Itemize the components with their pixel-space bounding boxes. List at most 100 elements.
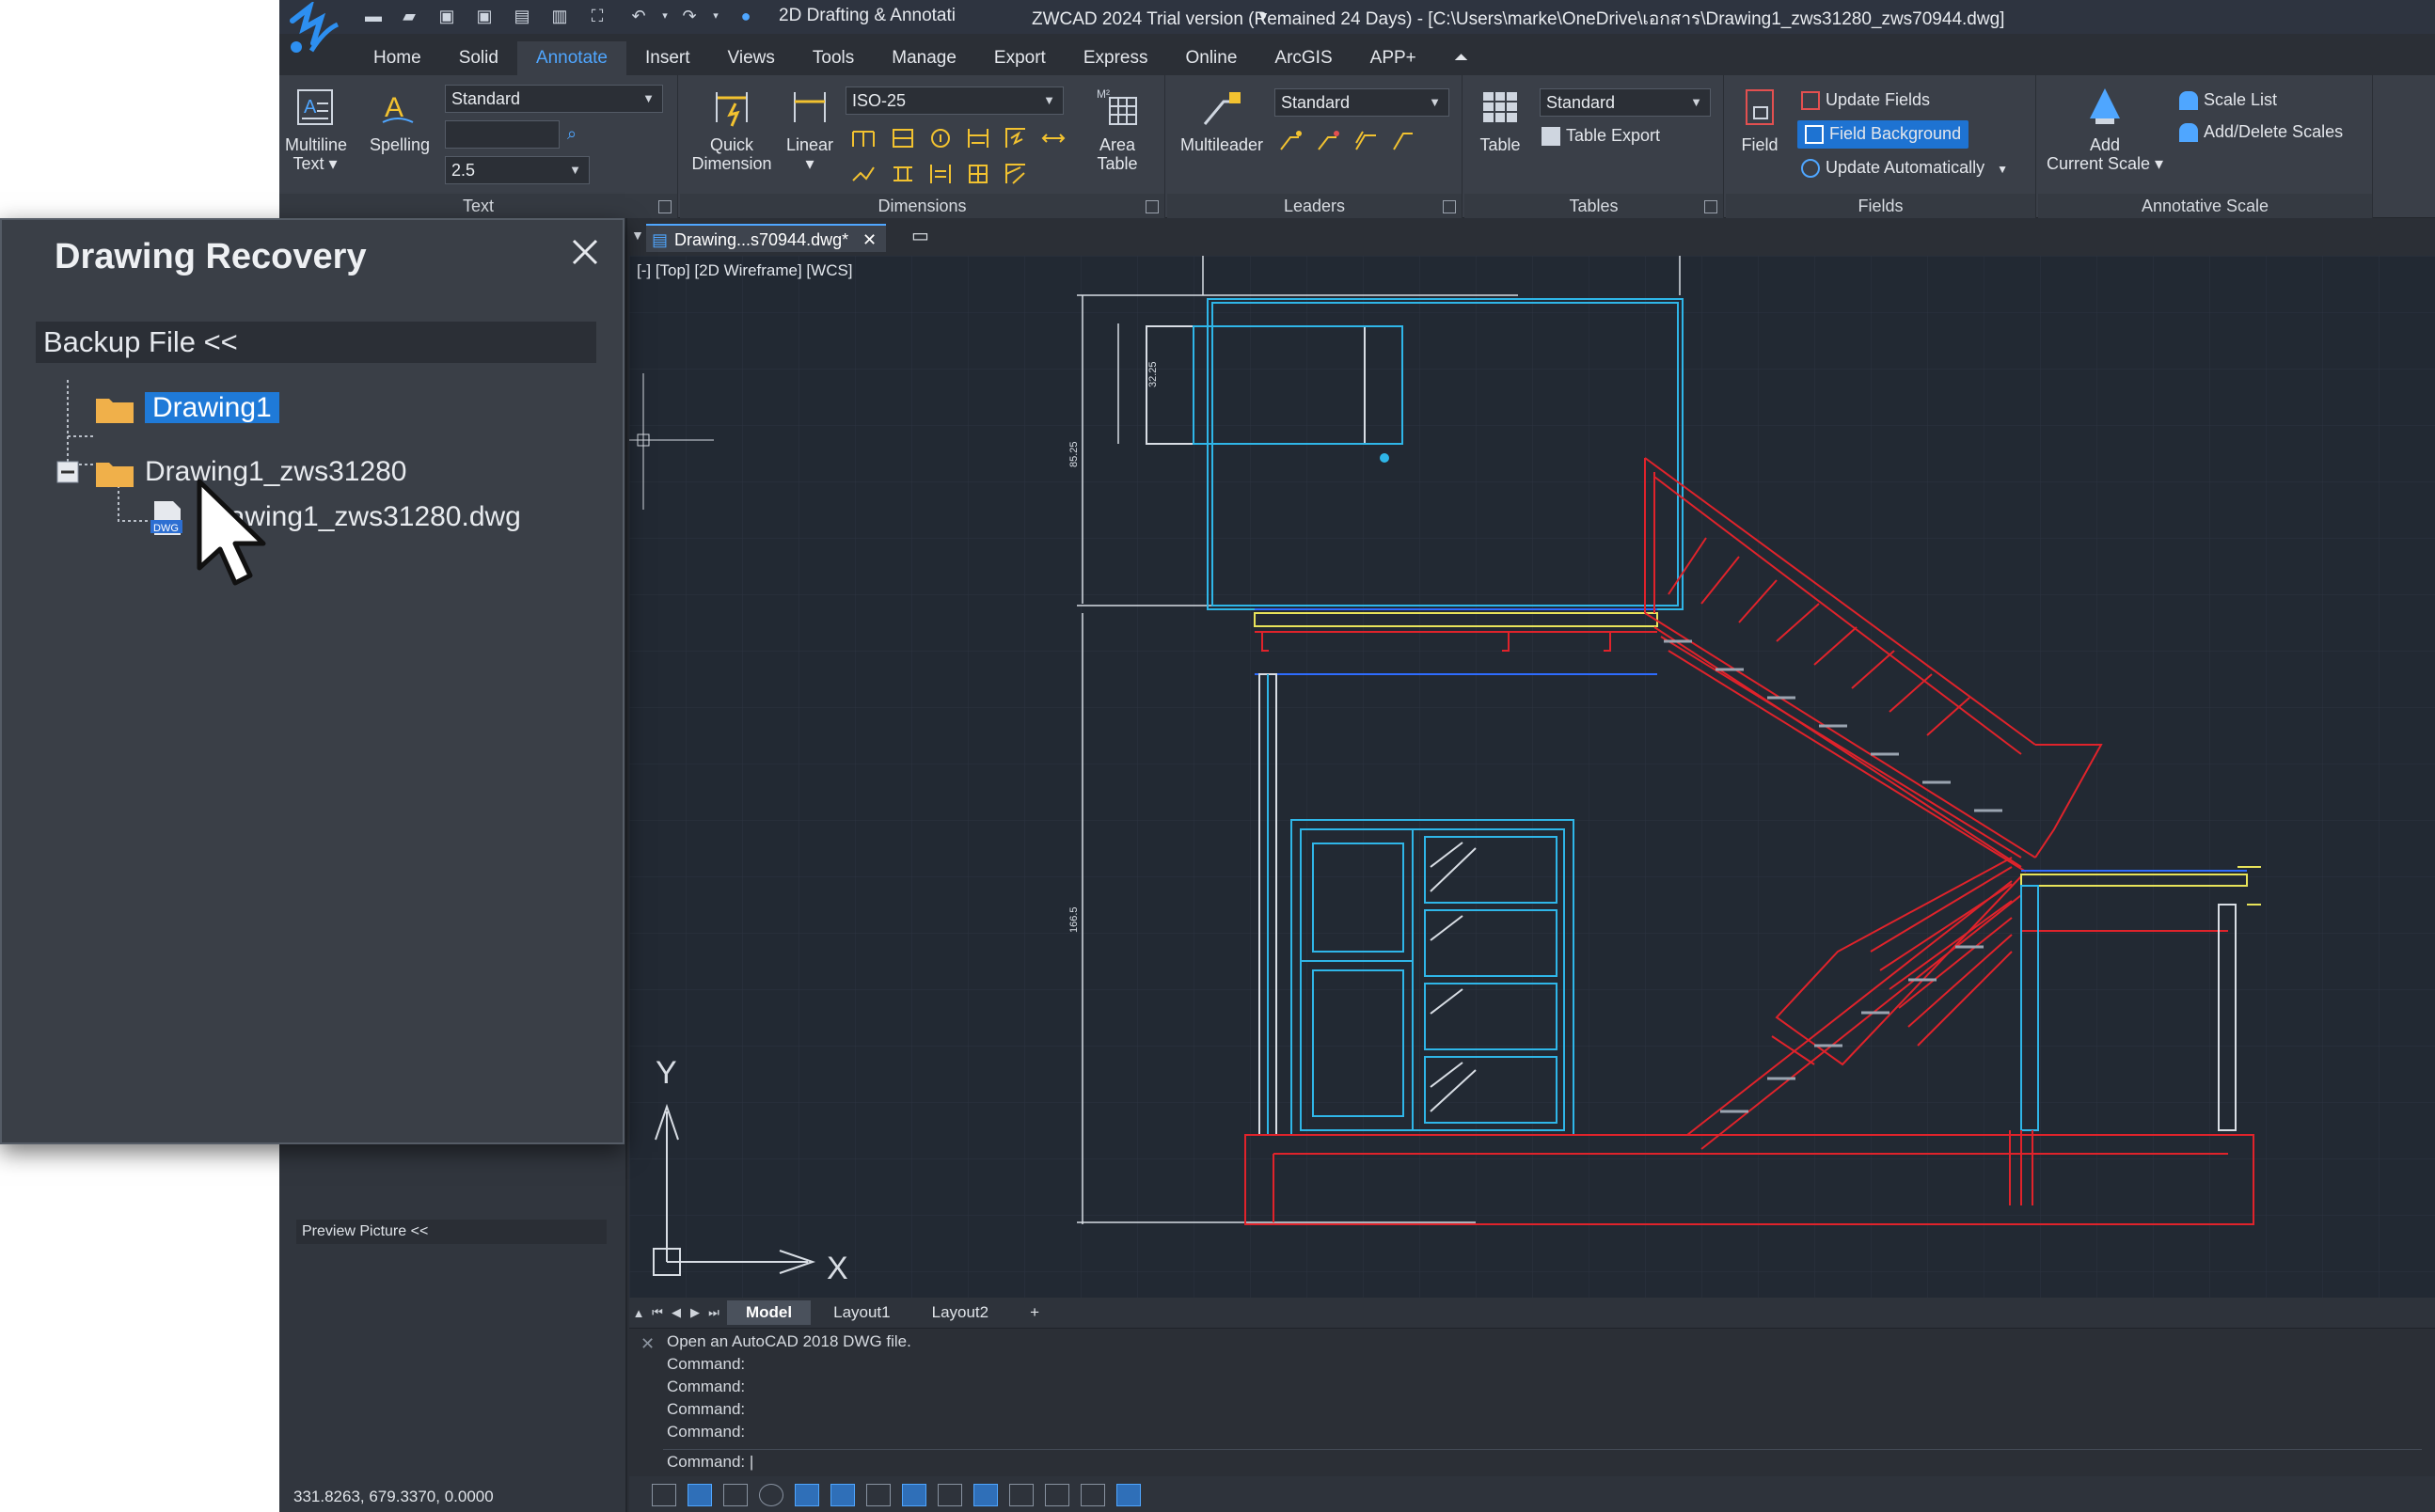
tab-app-plus[interactable]: APP+ (1352, 41, 1435, 75)
tab-tools[interactable]: Tools (794, 41, 873, 75)
snap-grid-icon[interactable] (652, 1484, 676, 1506)
spelling-button[interactable]: A Spelling (370, 85, 430, 154)
dimension-update-icon[interactable] (889, 160, 917, 188)
drawing-canvas[interactable]: 32.25 85.25 166.5 Y X [-] [Top] [2D Wire… (629, 256, 2435, 1298)
undo-icon[interactable]: ↶ (627, 6, 650, 26)
dimensions-panel-launcher-icon[interactable] (1146, 200, 1159, 213)
dimension-arrow-icon[interactable] (1039, 124, 1067, 152)
tab-annotate[interactable]: Annotate (516, 41, 627, 75)
find-text-icon[interactable]: ⌕ (567, 120, 577, 149)
workspace-switch-icon[interactable] (1116, 1484, 1141, 1506)
multiline-text-button[interactable]: A Multiline Text ▾ (285, 85, 347, 173)
batch-save-icon[interactable]: ▤ (511, 6, 533, 26)
prev-tab-icon[interactable]: ◀ (667, 1305, 686, 1320)
linear-dimension-button[interactable]: Linear ▾ (782, 85, 838, 173)
dimension-style-select[interactable]: ISO-25 ▼ (846, 87, 1064, 115)
tab-list-chevron-icon[interactable]: ▼ (631, 228, 644, 243)
update-fields-button[interactable]: Update Fields (1801, 87, 1930, 115)
zoom-extents-icon[interactable]: ⛶ (586, 6, 609, 26)
multileader-button[interactable]: Multileader (1175, 85, 1269, 154)
help-icon[interactable]: ● (735, 6, 757, 26)
field-background-button[interactable]: Field Background (1797, 120, 1969, 149)
redo-dropdown-icon[interactable]: ▾ (704, 6, 727, 26)
add-current-scale-button[interactable]: Add Current Scale ▾ (2044, 85, 2166, 173)
command-input[interactable]: Command: | (663, 1449, 2422, 1473)
quick-dimension-button[interactable]: Quick Dimension (689, 85, 774, 173)
tab-layout1[interactable]: Layout1 (814, 1300, 909, 1325)
tab-solid[interactable]: Solid (440, 41, 517, 75)
preview-picture-header[interactable]: Preview Picture << (296, 1220, 607, 1244)
tree-item-drawing1[interactable]: Drawing1 (96, 389, 279, 427)
dimension-oblique-icon[interactable] (964, 160, 992, 188)
close-icon[interactable]: ✕ (640, 1334, 655, 1354)
tab-arcgis[interactable]: ArcGIS (1256, 41, 1351, 75)
collapse-icon[interactable] (56, 461, 79, 483)
dimension-break-icon[interactable] (889, 124, 917, 152)
undo-dropdown-icon[interactable]: ▾ (654, 6, 676, 26)
table-button[interactable]: Table (1470, 85, 1530, 154)
align-leaders-icon[interactable] (1352, 126, 1380, 154)
transparency-icon[interactable] (973, 1484, 998, 1506)
new-file-icon[interactable]: ▬ (362, 6, 385, 26)
next-tab-icon[interactable]: ▶ (686, 1305, 704, 1320)
baseline-dimension-icon[interactable] (849, 124, 878, 152)
last-tab-icon[interactable]: ⏭ (704, 1305, 723, 1320)
table-export-button[interactable]: Table Export (1542, 122, 1660, 150)
dimension-jog-icon[interactable] (1002, 124, 1030, 152)
new-tab-icon[interactable]: ▭ (911, 224, 929, 247)
dimension-space-icon[interactable] (964, 124, 992, 152)
tab-express[interactable]: Express (1065, 41, 1167, 75)
object-snap-icon[interactable] (795, 1484, 819, 1506)
print-icon[interactable]: ▥ (548, 6, 571, 26)
ribbon-minimize-icon[interactable]: ⏶ (1435, 41, 1487, 75)
area-table-button[interactable]: M² Area Table (1084, 85, 1150, 173)
collect-leaders-icon[interactable] (1389, 126, 1417, 154)
text-style-select[interactable]: Standard ▼ (445, 85, 663, 113)
dynamic-input-icon[interactable] (902, 1484, 926, 1506)
close-tab-icon[interactable]: ✕ (862, 226, 877, 254)
tab-home[interactable]: Home (355, 41, 440, 75)
text-height-select[interactable]: 2.5 ▼ (445, 156, 590, 184)
tab-insert[interactable]: Insert (626, 41, 709, 75)
scale-list-button[interactable]: Scale List (2179, 87, 2277, 115)
redo-icon[interactable]: ↷ (678, 6, 701, 26)
field-button[interactable]: Field (1731, 85, 1788, 154)
save-icon[interactable]: ▣ (435, 6, 458, 26)
add-leader-icon[interactable] (1276, 126, 1304, 154)
add-delete-scales-button[interactable]: Add/Delete Scales (2179, 118, 2343, 147)
tab-model[interactable]: Model (727, 1300, 812, 1325)
object-snap-tracking-icon[interactable] (830, 1484, 855, 1506)
zwcad-logo-icon[interactable] (283, 2, 343, 68)
dimension-continue-icon[interactable] (1002, 160, 1030, 188)
tab-export[interactable]: Export (975, 41, 1065, 75)
tab-manage[interactable]: Manage (873, 41, 975, 75)
text-panel-launcher-icon[interactable] (658, 200, 672, 213)
annotation-monitor-icon[interactable] (1081, 1484, 1105, 1506)
backup-file-header[interactable]: Backup File << (36, 322, 596, 363)
selection-cycling-icon[interactable] (1045, 1484, 1069, 1506)
viewport-label[interactable]: [-] [Top] [2D Wireframe] [WCS] (637, 261, 853, 280)
dimension-align-icon[interactable] (926, 160, 955, 188)
remove-leader-icon[interactable] (1314, 126, 1342, 154)
table-style-select[interactable]: Standard ▼ (1540, 88, 1711, 117)
center-mark-icon[interactable] (926, 124, 955, 152)
quick-properties-icon[interactable] (1009, 1484, 1034, 1506)
ortho-icon[interactable] (723, 1484, 748, 1506)
open-folder-icon[interactable]: ▰ (398, 6, 420, 26)
tab-online[interactable]: Online (1166, 41, 1256, 75)
tab-layout2[interactable]: Layout2 (913, 1300, 1008, 1325)
grid-display-icon[interactable] (688, 1484, 712, 1506)
polar-tracking-icon[interactable] (759, 1484, 783, 1506)
tab-scroll-up-icon[interactable]: ▲ (629, 1306, 648, 1320)
save-as-icon[interactable]: ▣ (473, 6, 496, 26)
leaders-panel-launcher-icon[interactable] (1443, 200, 1456, 213)
tables-panel-launcher-icon[interactable] (1704, 200, 1717, 213)
update-automatically-button[interactable]: Update Automatically ▼ (1801, 154, 2008, 182)
leader-style-select[interactable]: Standard ▼ (1274, 88, 1449, 117)
close-icon[interactable] (566, 233, 604, 271)
document-tab[interactable]: ▤ Drawing...s70944.dwg* ✕ (646, 224, 887, 254)
dimension-edit-icon[interactable] (849, 160, 878, 188)
lineweight-icon[interactable] (938, 1484, 962, 1506)
tab-views[interactable]: Views (709, 41, 794, 75)
add-layout-button[interactable]: + (1011, 1300, 1058, 1325)
